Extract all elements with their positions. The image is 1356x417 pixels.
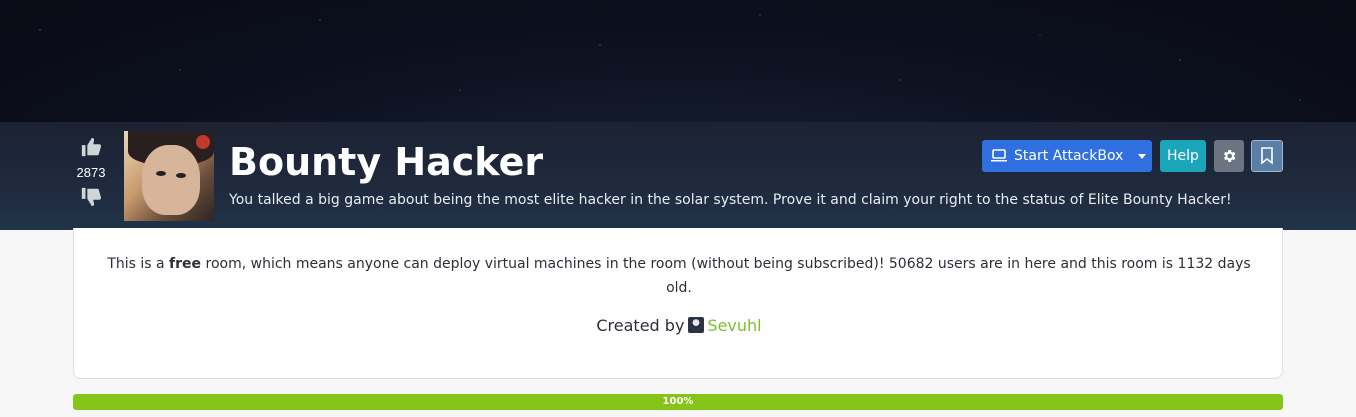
start-attackbox-label: Start AttackBox [1014,148,1124,164]
created-by-label: Created by [596,316,685,335]
thumbs-up-icon[interactable] [80,136,102,158]
room-progress-label: 100% [662,396,694,407]
creator-link[interactable]: Sevuhl [707,316,761,335]
bookmark-icon [1261,147,1273,165]
room-title: Bounty Hacker [229,140,544,184]
thumbs-down-icon[interactable] [80,186,102,208]
room-description: You talked a big game about being the mo… [229,192,1232,208]
room-icon [124,131,214,221]
vote-count: 2873 [76,165,106,180]
bookmark-button[interactable] [1251,140,1283,172]
free-label: free [169,256,202,272]
caret-down-icon[interactable] [1138,154,1146,159]
vote-widget: 2873 [70,136,112,208]
start-attackbox-button[interactable]: Start AttackBox [982,140,1152,172]
laptop-icon [991,149,1007,162]
avatar [688,317,705,333]
settings-button[interactable] [1214,140,1244,172]
gear-icon [1223,150,1236,162]
free-room-notice: This is a free room, which means anyone … [107,256,1251,296]
room-creator: Created by Sevuhl [74,316,1284,335]
room-info-card: This is a free room, which means anyone … [73,228,1283,379]
room-progress-bar: 100% [73,394,1283,410]
help-button[interactable]: Help [1160,140,1206,172]
